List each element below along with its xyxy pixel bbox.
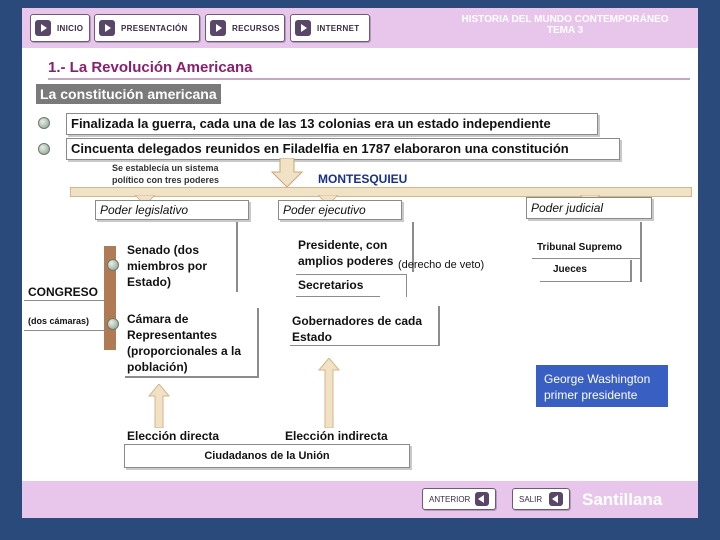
nav-button-internet[interactable]: INTERNET xyxy=(290,14,370,42)
nav-button-inicio[interactable]: INICIO xyxy=(30,14,90,42)
bullet-icon xyxy=(38,117,50,129)
eleccion-indirecta-label: Elección indirecta xyxy=(285,429,388,443)
nav-label: INTERNET xyxy=(317,23,360,33)
jueces-text: Jueces xyxy=(553,264,587,275)
washington-note: George Washington primer presidente xyxy=(536,365,668,407)
section-title: 1.- La Revolución Americana xyxy=(48,59,253,76)
bullet-icon xyxy=(107,259,119,271)
connector-line xyxy=(532,258,640,259)
gobernadores-text: Gobernadores de cada Estado xyxy=(292,314,423,344)
bullet-icon xyxy=(107,318,119,330)
back-arrow-icon xyxy=(475,492,489,506)
connector-line xyxy=(640,222,642,282)
arrow-up-icon xyxy=(148,384,170,428)
play-icon xyxy=(210,20,226,36)
connector-line xyxy=(257,308,259,376)
anterior-label: ANTERIOR xyxy=(429,494,471,504)
bullet-icon xyxy=(38,143,50,155)
power-legislative: Poder legislativo xyxy=(95,200,249,220)
play-icon xyxy=(99,20,115,36)
title-underline xyxy=(48,78,690,80)
course-title: HISTORIA DEL MUNDO CONTEMPORÁNEO TEMA 3 xyxy=(440,14,690,36)
nav-button-presentacion[interactable]: PRESENTACIÓN xyxy=(94,14,200,42)
connector-line xyxy=(630,260,632,282)
secretarios-text: Secretarios xyxy=(298,278,364,292)
publisher-logo: Santillana xyxy=(582,490,663,509)
play-icon xyxy=(35,20,51,36)
connector-line xyxy=(438,306,440,346)
ciudadanos-box: Ciudadanos de la Unión xyxy=(124,444,410,468)
nav-button-recursos[interactable]: RECURSOS xyxy=(205,14,285,42)
tribunal-text: Tribunal Supremo xyxy=(537,242,623,253)
connector-line xyxy=(540,281,632,282)
section-subtitle: La constitución americana xyxy=(36,84,221,104)
connector-line xyxy=(296,296,380,297)
presidente-text: Presidente, con amplios poderes xyxy=(298,238,394,268)
senado-text: Senado (dos miembros por Estado) xyxy=(127,243,208,289)
course-title-line1: HISTORIA DEL MUNDO CONTEMPORÁNEO xyxy=(461,14,669,25)
salir-button[interactable]: SALIR xyxy=(512,488,570,510)
nav-label: INICIO xyxy=(57,23,84,33)
connector-line xyxy=(290,345,440,346)
veto-text: (derecho de veto) xyxy=(398,259,485,271)
nav-label: PRESENTACIÓN xyxy=(121,23,188,33)
arrow-up-icon xyxy=(318,358,340,428)
bullet-text-2: Cincuenta delegados reunidos en Filadelf… xyxy=(66,138,620,160)
montesquieu-label: MONTESQUIEU xyxy=(318,172,408,186)
connector-line xyxy=(24,330,104,331)
play-icon xyxy=(295,20,311,36)
connector-line xyxy=(236,222,238,292)
nav-label: RECURSOS xyxy=(232,23,280,33)
back-arrow-icon xyxy=(549,492,563,506)
power-judicial: Poder judicial xyxy=(526,197,652,219)
course-title-line2: TEMA 3 xyxy=(546,25,584,36)
salir-label: SALIR xyxy=(519,494,543,504)
connector-line xyxy=(125,376,259,378)
congreso-label: CONGRESO xyxy=(28,285,99,299)
system-note: Se establecía un sistema político con tr… xyxy=(112,163,220,185)
bullet-text-1: Finalizada la guerra, cada una de las 13… xyxy=(66,113,598,135)
arrow-down-icon xyxy=(270,158,304,188)
camara-text: Cámara de Representantes (proporcionales… xyxy=(127,312,242,374)
eleccion-directa-label: Elección directa xyxy=(127,429,220,443)
connector-line xyxy=(24,300,104,301)
dos-camaras-label: (dos cámaras) xyxy=(28,316,90,326)
anterior-button[interactable]: ANTERIOR xyxy=(422,488,496,510)
power-executive: Poder ejecutivo xyxy=(278,200,402,220)
